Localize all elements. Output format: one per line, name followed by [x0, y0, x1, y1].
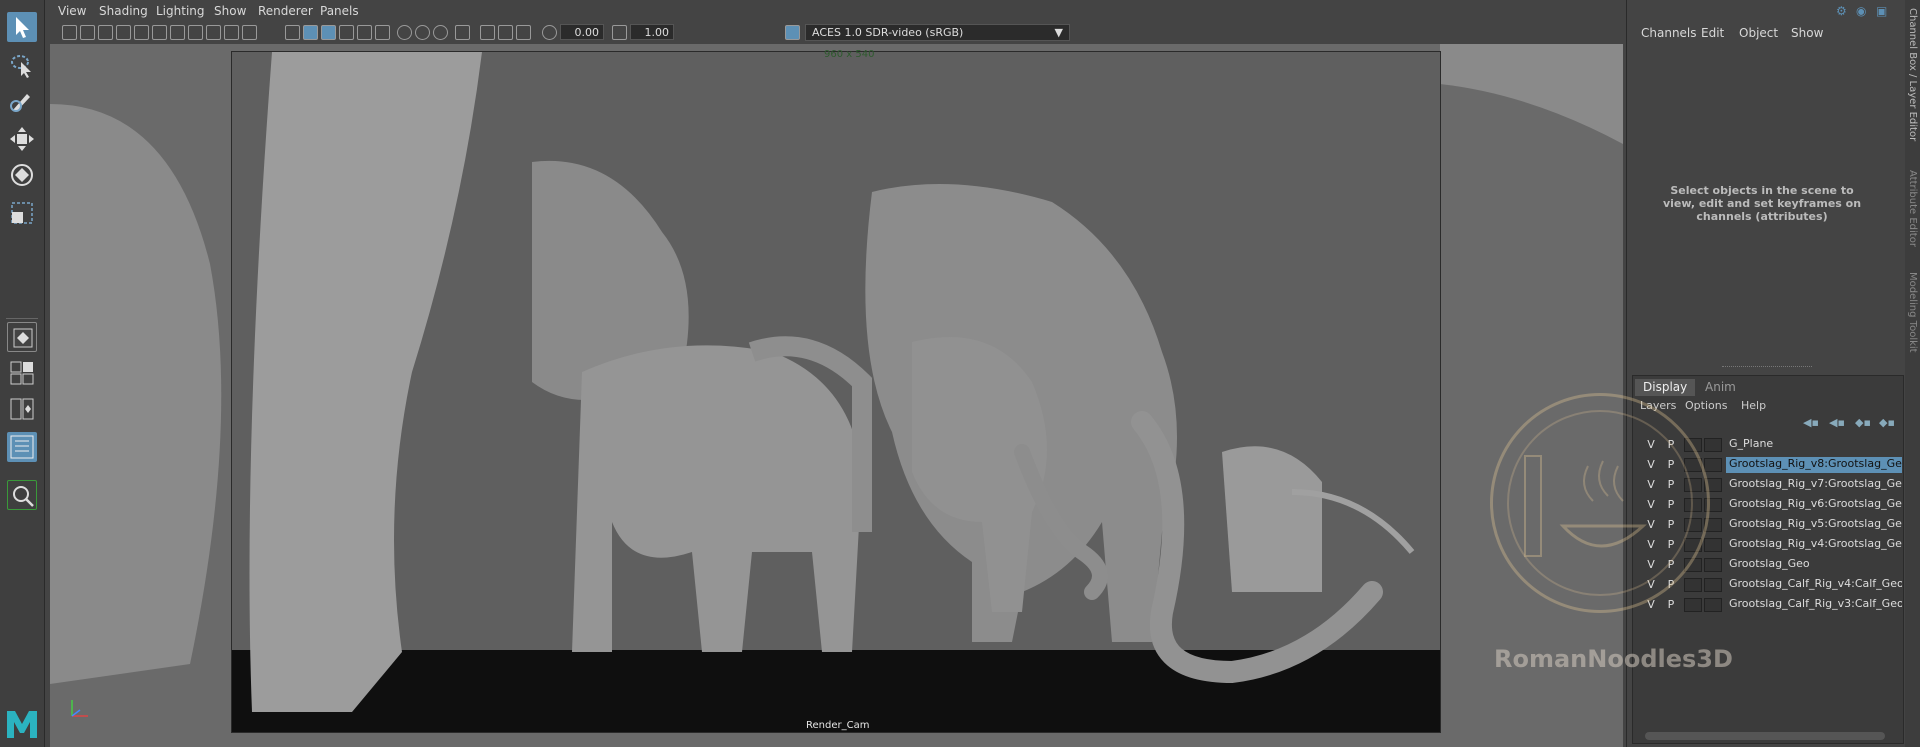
use-all-lights-icon[interactable] [357, 25, 372, 40]
menu-show[interactable]: Show [214, 4, 246, 18]
exposure-icon[interactable] [542, 25, 557, 40]
film-gate-icon[interactable] [152, 25, 167, 40]
wireframe-icon[interactable] [285, 25, 300, 40]
menu-shading[interactable]: Shading [99, 4, 148, 18]
viewport-panel[interactable]: View Shading Lighting Show Renderer Pane… [50, 0, 1623, 747]
elephant-herd-render [232, 52, 1440, 732]
rotate-tool-icon[interactable] [7, 160, 37, 190]
exposure-field[interactable]: 0.00 [560, 24, 604, 40]
viewport-menu-bar: View Shading Lighting Show Renderer Pane… [50, 0, 1623, 23]
four-view-layout-icon[interactable] [7, 358, 37, 388]
panel-splitter[interactable] [1722, 366, 1812, 369]
wireframe-on-shaded-icon[interactable] [321, 25, 336, 40]
safe-action-icon[interactable] [224, 25, 239, 40]
tab-anim[interactable]: Anim [1697, 379, 1744, 396]
menu-view[interactable]: View [58, 4, 86, 18]
textured-icon[interactable] [339, 25, 354, 40]
channel-box-hint: Select objects in the scene to view, edi… [1662, 184, 1862, 223]
depth-of-field-icon[interactable] [455, 25, 470, 40]
axis-gizmo-icon [68, 696, 92, 720]
maya-logo-icon [4, 706, 40, 742]
side-tab-modeling-toolkit[interactable]: Modeling Toolkit [1907, 272, 1918, 353]
gate-mask-icon[interactable] [188, 25, 203, 40]
panel-window-controls: ⚙ ◉ ▣ [1836, 4, 1896, 18]
layer-name[interactable]: Grootslag_Rig_v7:Grootslag_Geo [1726, 477, 1902, 493]
search-icon[interactable] [7, 480, 37, 510]
layer-name[interactable]: Grootslag_Rig_v4:Grootslag_Geo [1726, 537, 1902, 553]
watermark-logo [1490, 393, 1710, 613]
lasso-tool-icon[interactable] [7, 50, 37, 80]
watermark-text: RomanNoodles3D [1494, 645, 1733, 673]
camera-icon[interactable] [62, 25, 77, 40]
menu-show-channels[interactable]: Show [1791, 26, 1823, 40]
paint-select-tool-icon[interactable] [7, 86, 37, 116]
gamma-field[interactable]: 1.00 [630, 24, 674, 40]
motion-blur-icon[interactable] [415, 25, 430, 40]
menu-panels[interactable]: Panels [320, 4, 359, 18]
menu-lighting[interactable]: Lighting [156, 4, 205, 18]
single-view-layout-icon[interactable] [7, 322, 37, 352]
tab-display[interactable]: Display [1635, 379, 1696, 396]
safe-title-icon[interactable] [242, 25, 257, 40]
channel-box-panel: ⚙ ◉ ▣ Channels Edit Object Show Select o… [1626, 0, 1920, 747]
menu-channels[interactable]: Channels [1641, 26, 1697, 40]
outliner-layout-icon[interactable] [7, 432, 37, 462]
camera-attributes-icon[interactable] [80, 25, 95, 40]
layer-name[interactable]: Grootslag_Geo [1726, 557, 1902, 573]
chevron-down-icon: ▼ [1054, 26, 1063, 39]
layer-name[interactable]: Grootslag_Rig_v5:Grootslag_Geo [1726, 517, 1902, 533]
move-tool-icon[interactable] [7, 124, 37, 154]
move-layer-down-icon[interactable]: ◀▪ [1829, 416, 1845, 429]
layer-name[interactable]: G_Plane [1726, 437, 1902, 453]
layer-name[interactable]: Grootslag_Calf_Rig_v4:Calf_Geo_ [1726, 577, 1902, 593]
resolution-label: 960 x 540 [824, 49, 875, 60]
grid-icon[interactable] [134, 25, 149, 40]
resolution-gate-icon[interactable] [170, 25, 185, 40]
layer-name[interactable]: Grootslag_Rig_v8:Grootslag_Geo [1726, 457, 1902, 473]
menu-help[interactable]: Help [1741, 399, 1766, 412]
new-empty-layer-icon[interactable]: ◆▪ [1855, 416, 1871, 429]
viewport-toolbar: 0.00 1.00 ACES 1.0 SDR-video (sRGB) ▼ [50, 22, 1623, 45]
new-layer-selected-icon[interactable]: ◆▪ [1879, 416, 1895, 429]
screen-space-ao-icon[interactable] [397, 25, 412, 40]
select-tool-icon[interactable] [7, 12, 37, 42]
view-transform-value: ACES 1.0 SDR-video (sRGB) [812, 26, 964, 39]
layer-name[interactable]: Grootslag_Calf_Rig_v3:Calf_Geo_ [1726, 597, 1902, 613]
side-tab-attribute-editor[interactable]: Attribute Editor [1907, 170, 1918, 247]
field-chart-icon[interactable] [206, 25, 221, 40]
layer-scrollbar[interactable] [1645, 732, 1885, 740]
resolution-gate: 960 x 540 Render_Cam [231, 49, 1441, 733]
move-layer-up-icon[interactable]: ◀▪ [1803, 416, 1819, 429]
side-tab-strip: Channel Box / Layer Editor Attribute Edi… [1905, 0, 1920, 747]
toolbox [0, 0, 45, 747]
toolbox-divider [6, 318, 38, 319]
channel-box-icon[interactable]: ▣ [1876, 4, 1887, 18]
shadows-icon[interactable] [375, 25, 390, 40]
menu-renderer[interactable]: Renderer [258, 4, 313, 18]
xray-icon[interactable] [498, 25, 513, 40]
view-transform-dropdown[interactable]: ACES 1.0 SDR-video (sRGB) ▼ [805, 24, 1070, 41]
tool-settings-icon[interactable]: ⚙ [1836, 4, 1847, 18]
menu-edit[interactable]: Edit [1701, 26, 1724, 40]
menu-object[interactable]: Object [1739, 26, 1778, 40]
image-plane-icon[interactable] [116, 25, 131, 40]
side-tab-channel-box[interactable]: Channel Box / Layer Editor [1907, 8, 1918, 141]
scale-tool-icon[interactable] [7, 198, 37, 228]
isolate-select-icon[interactable] [480, 25, 495, 40]
anti-aliasing-icon[interactable] [433, 25, 448, 40]
camera-name-label: Render_Cam [806, 720, 870, 731]
attribute-editor-icon[interactable]: ◉ [1856, 4, 1866, 18]
two-view-layout-icon[interactable] [7, 394, 37, 424]
smooth-shade-icon[interactable] [303, 25, 318, 40]
color-management-toggle-icon[interactable] [785, 25, 800, 40]
layer-name[interactable]: Grootslag_Rig_v6:Grootslag_Geo [1726, 497, 1902, 513]
xray-joints-icon[interactable] [516, 25, 531, 40]
gamma-icon[interactable] [612, 25, 627, 40]
bookmark-icon[interactable] [98, 25, 113, 40]
